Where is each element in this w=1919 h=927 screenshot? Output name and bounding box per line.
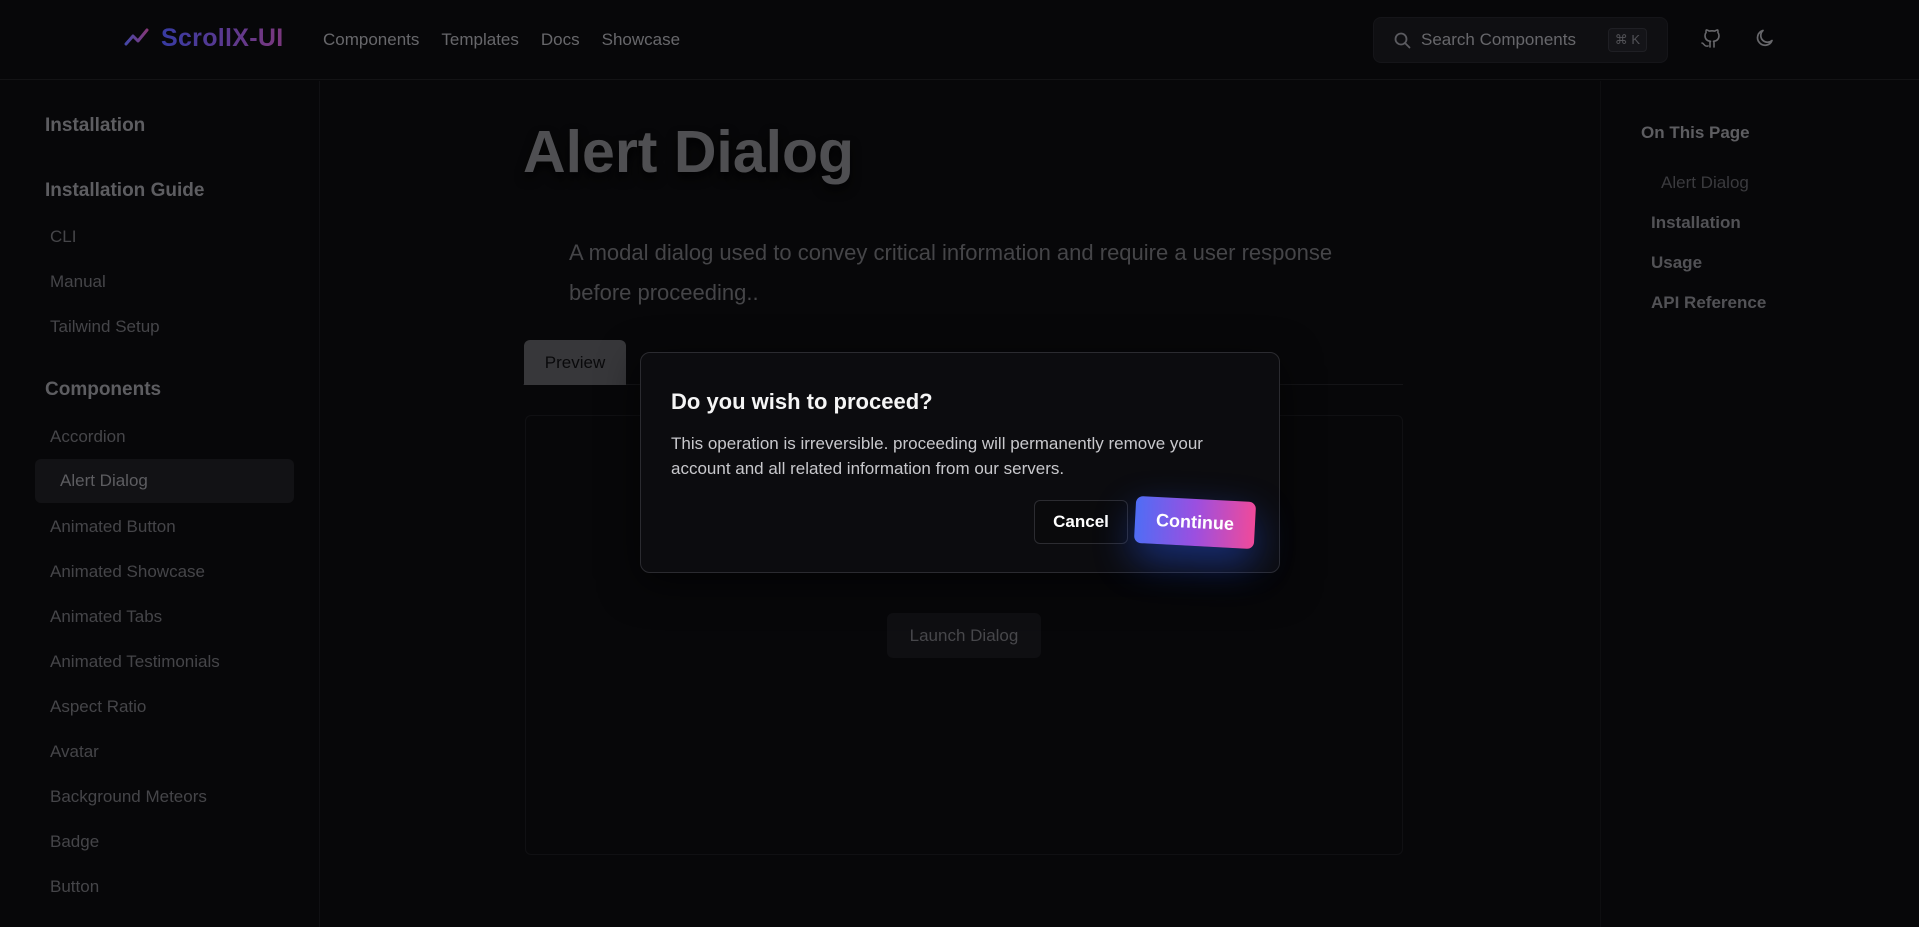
alert-dialog: Do you wish to proceed? This operation i… [640,352,1280,573]
cancel-button[interactable]: Cancel [1034,500,1128,544]
dialog-title: Do you wish to proceed? [671,389,933,414]
continue-button[interactable]: Continue [1133,495,1257,550]
dialog-description: This operation is irreversible. proceedi… [671,434,1203,478]
